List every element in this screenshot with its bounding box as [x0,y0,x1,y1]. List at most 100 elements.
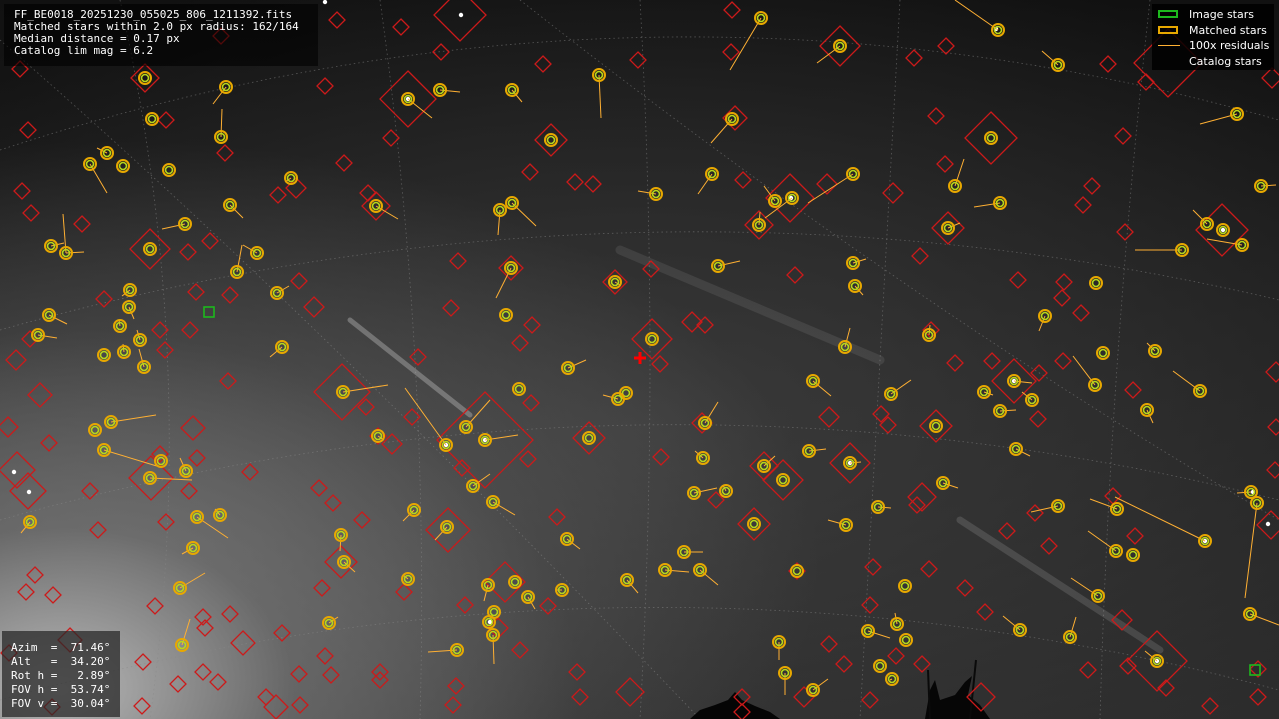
catalog-star-diamond [40,434,58,452]
legend: Image stars Matched stars 100x residuals… [1152,4,1274,70]
residual-line [889,678,893,681]
star-plot-overlay [0,0,1279,719]
legend-label: Catalog stars [1189,55,1262,68]
catalog-star-diamond [273,624,291,642]
image-ring [647,334,657,344]
image-ring [99,350,109,360]
residual-line [1236,491,1252,494]
catalog-star-diamond [187,283,205,301]
fov-vertical-readout: FOV v = 30.04° [11,697,111,710]
catalog-star-diamond [157,513,175,531]
legend-label: Image stars [1189,8,1254,21]
fit-info-panel: FF_BE0018_20251230_055025_806_1211392.fi… [4,4,318,66]
catalog-star-diamond [568,663,586,681]
catalog-star-diamond [887,647,905,665]
catalog-star-diamond [19,121,37,139]
residual-line [492,634,495,665]
catalog-star-diamond [534,123,568,157]
star-point [1220,227,1226,233]
catalog-star-diamond [313,363,371,421]
catalog-star-diamond [1072,304,1090,322]
image-star-square [203,306,215,318]
catalog-star-diamond [1116,223,1134,241]
catalog-star-diamond [146,597,164,615]
catalog-star-diamond [872,405,890,423]
catalog-star-diamond [566,173,584,191]
residual-line [1244,502,1258,599]
matched-star [116,159,130,173]
image-ring [145,244,155,254]
catalog-star-diamond [615,677,645,707]
altitude-readout: Alt = 34.20° [11,655,111,668]
catalog-star-diamond [151,321,169,339]
tree-silhouette [925,676,990,719]
catalog-star-diamond [1137,73,1155,91]
residual-line [710,118,733,144]
catalog-star-diamond [1053,289,1071,307]
catalog-star-diamond [937,37,955,55]
catalog-star-diamond [1265,361,1279,383]
residual-line [729,17,762,71]
catalog-star-diamond [820,635,838,653]
matched-star [790,564,804,578]
catalog-star-diamond [269,186,287,204]
pointing-centre-marker [634,352,646,364]
matched-star [899,633,913,647]
matched-star [145,112,159,126]
catalog-star-diamond [920,560,938,578]
image-ring [931,421,941,431]
catalog-star-diamond [1267,418,1279,436]
catalog-star-diamond [81,482,99,500]
catalog-star-diamond [907,482,937,512]
catalog-star-diamond [22,204,40,222]
catalog-star-diamond [864,558,882,576]
catalog-star-diamond [1099,55,1117,73]
residual-line [999,409,1017,412]
catalog-star-diamond [1054,352,1072,370]
catalog-star-diamond [1055,273,1073,291]
catalog-star-diamond [180,482,198,500]
catalog-star-diamond [130,63,160,93]
catalog-star-diamond [956,579,974,597]
catalog-star-diamond [263,694,289,719]
catalog-star-diamond [1201,697,1219,715]
catalog-star-diamond [946,354,964,372]
catalog-star-diamond [1026,504,1044,522]
matched-star [873,659,887,673]
catalog-star-diamond [209,673,227,691]
catalog-star-diamond [571,688,589,706]
residual-line [179,572,206,589]
catalog-star-diamond [156,341,174,359]
catalog-star-diamond [44,586,62,604]
catalog-star-diamond [157,111,175,129]
matched-star [582,431,596,445]
catalog-star-diamond [681,311,703,333]
catalog-star-diamond [539,597,557,615]
residual-line-swatch-icon [1158,45,1180,46]
azimuth-readout: Azim = 71.46° [11,641,111,654]
catalog-star-diamond [511,334,529,352]
image-ring [986,133,996,143]
catalog-star-diamond [257,688,275,706]
catalog-star-diamond [584,175,602,193]
image-ring [514,384,524,394]
catalog-star-diamond [181,321,199,339]
catalog-star-diamond [572,421,606,455]
catalog-star-diamond [631,318,673,360]
catalog-star-diamond [188,449,206,467]
catalog-star-diamond [316,77,334,95]
catalog-star-diamond [793,686,815,708]
catalog-star-diamond [1074,196,1092,214]
catalog-star-diamond [129,228,171,270]
sky-image [0,0,1279,719]
image-ring [901,635,911,645]
catalog-star-diamond [27,382,53,408]
catalog-star-diamond [818,406,840,428]
catalog-star-diamond [722,43,740,61]
image-ring [118,161,128,171]
catalog-star-diamond [5,349,27,371]
image-ring [546,135,556,145]
catalog-star-diamond [519,450,537,468]
catalog-star-diamond [26,566,44,584]
catalog-star-diamond [303,296,325,318]
